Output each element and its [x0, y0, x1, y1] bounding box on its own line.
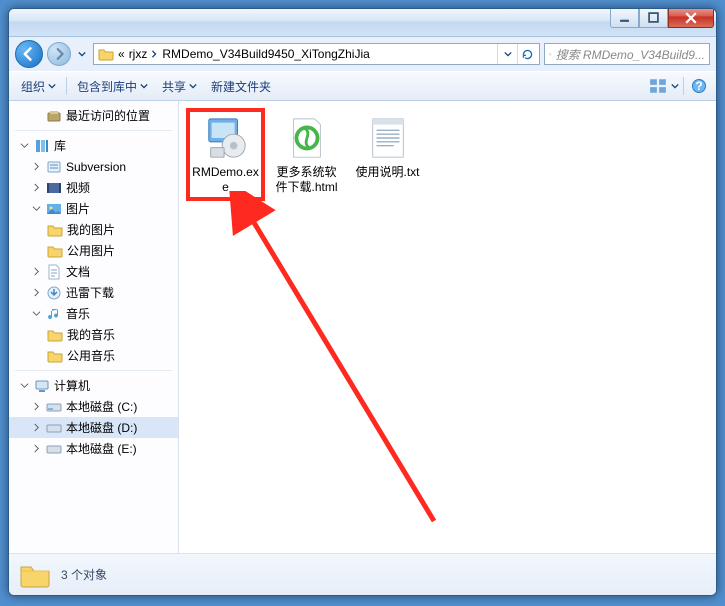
body-area: 最近访问的位置 库 Subversion 视频 图片 [9, 101, 716, 553]
tree-xunlei[interactable]: 迅雷下载 [9, 282, 178, 303]
html-icon [283, 114, 331, 162]
tree-disk-d[interactable]: 本地磁盘 (D:) [9, 417, 178, 438]
minimize-button[interactable] [610, 8, 639, 28]
collapse-icon[interactable] [19, 380, 30, 391]
video-icon [46, 180, 62, 196]
help-button[interactable]: ? [688, 75, 710, 97]
folder-icon [47, 348, 63, 364]
exe-icon [202, 114, 250, 162]
address-row: « rjxz RMDemo_V34Build9450_XiTongZhiJia … [9, 37, 716, 71]
computer-icon [34, 378, 50, 394]
refresh-button[interactable] [517, 44, 537, 64]
tree-public-pictures[interactable]: 公用图片 [9, 240, 178, 261]
annotation-arrow [219, 191, 479, 551]
address-dropdown[interactable] [497, 44, 517, 64]
organize-menu[interactable]: 组织 [15, 75, 62, 98]
share-menu[interactable]: 共享 [156, 75, 203, 98]
tree-recent-places[interactable]: 最近访问的位置 [9, 105, 178, 126]
file-item-exe[interactable]: RMDemo.exe [189, 111, 262, 198]
collapse-icon[interactable] [31, 203, 42, 214]
txt-icon [364, 114, 412, 162]
disk-icon [46, 420, 62, 436]
status-bar: 3 个对象 [9, 553, 716, 595]
view-mode-button[interactable] [647, 75, 669, 97]
file-list[interactable]: RMDemo.exe 更多系统软件下载.html [179, 101, 716, 553]
close-button[interactable] [668, 8, 714, 28]
file-label: 更多系统软件下载.html [272, 165, 341, 195]
include-in-library-menu[interactable]: 包含到库中 [71, 75, 154, 98]
breadcrumb-prefix: « [118, 47, 125, 61]
tree-disk-c[interactable]: 本地磁盘 (C:) [9, 396, 178, 417]
expand-icon[interactable] [31, 266, 42, 277]
folder-icon [47, 222, 63, 238]
tree-documents[interactable]: 文档 [9, 261, 178, 282]
expand-icon[interactable] [31, 401, 42, 412]
tree-computer[interactable]: 计算机 [9, 375, 178, 396]
search-placeholder: 搜索 RMDemo_V34Build9... [556, 46, 705, 63]
tree-public-music[interactable]: 公用音乐 [9, 345, 178, 366]
library-icon [34, 138, 50, 154]
maximize-button[interactable] [639, 8, 668, 28]
expand-icon[interactable] [31, 161, 42, 172]
tree-libraries[interactable]: 库 [9, 135, 178, 156]
history-dropdown[interactable] [75, 44, 89, 64]
tree-my-pictures[interactable]: 我的图片 [9, 219, 178, 240]
breadcrumb-item[interactable]: rjxz [129, 47, 159, 61]
view-dropdown[interactable] [671, 82, 679, 90]
documents-icon [46, 264, 62, 280]
tree-videos[interactable]: 视频 [9, 177, 178, 198]
disk-icon [46, 399, 62, 415]
tree-subversion[interactable]: Subversion [9, 156, 178, 177]
window-controls [610, 8, 714, 28]
status-text: 3 个对象 [61, 566, 107, 583]
expand-icon[interactable] [31, 443, 42, 454]
navigation-pane[interactable]: 最近访问的位置 库 Subversion 视频 图片 [9, 101, 179, 553]
tree-pictures[interactable]: 图片 [9, 198, 178, 219]
disk-icon [46, 441, 62, 457]
search-icon [549, 48, 552, 61]
chevron-right-icon [150, 49, 158, 59]
subversion-icon [46, 159, 62, 175]
file-item-txt[interactable]: 使用说明.txt [351, 111, 424, 198]
file-label: 使用说明.txt [355, 165, 419, 180]
download-icon [46, 285, 62, 301]
folder-icon [98, 46, 114, 62]
folder-icon [47, 243, 63, 259]
address-bar[interactable]: « rjxz RMDemo_V34Build9450_XiTongZhiJia [93, 43, 540, 65]
folder-icon [47, 327, 63, 343]
expand-icon[interactable] [31, 182, 42, 193]
tree-disk-e[interactable]: 本地磁盘 (E:) [9, 438, 178, 459]
explorer-window: « rjxz RMDemo_V34Build9450_XiTongZhiJia … [8, 8, 717, 596]
file-item-html[interactable]: 更多系统软件下载.html [270, 111, 343, 198]
back-button[interactable] [15, 40, 43, 68]
folder-icon [19, 559, 51, 591]
recent-icon [46, 108, 62, 124]
tree-music[interactable]: 音乐 [9, 303, 178, 324]
file-label: RMDemo.exe [191, 165, 260, 195]
collapse-icon[interactable] [31, 308, 42, 319]
expand-icon[interactable] [31, 422, 42, 433]
address-right [497, 44, 537, 64]
collapse-icon[interactable] [19, 140, 30, 151]
breadcrumb-item[interactable]: RMDemo_V34Build9450_XiTongZhiJia [162, 47, 369, 61]
title-bar [9, 9, 716, 37]
svg-text:?: ? [695, 79, 702, 93]
forward-button[interactable] [47, 42, 71, 66]
search-box[interactable]: 搜索 RMDemo_V34Build9... [544, 43, 710, 65]
new-folder-button[interactable]: 新建文件夹 [205, 75, 277, 98]
tree-my-music[interactable]: 我的音乐 [9, 324, 178, 345]
music-icon [46, 306, 62, 322]
toolbar: 组织 包含到库中 共享 新建文件夹 ? [9, 71, 716, 101]
pictures-icon [46, 201, 62, 217]
expand-icon[interactable] [31, 287, 42, 298]
